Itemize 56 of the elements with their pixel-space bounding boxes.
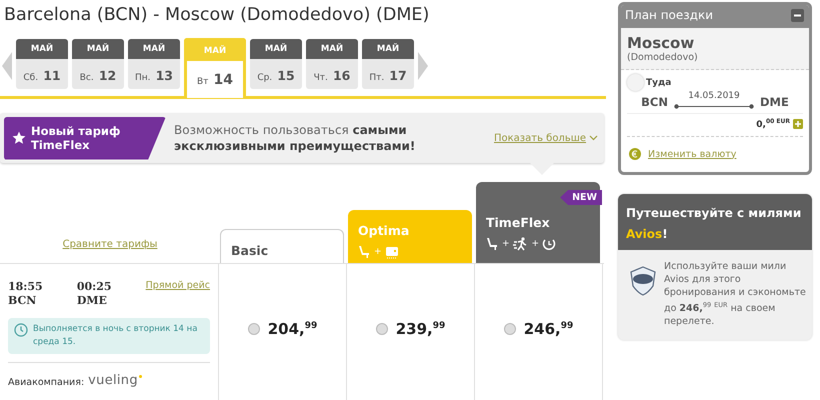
departure-code: BCN	[8, 294, 38, 308]
fare-price: 239,$^{99}$	[396, 320, 446, 338]
collapse-icon[interactable]	[791, 8, 804, 22]
fare-name: TimeFlex	[486, 215, 550, 230]
flight-date: 14.05.2019	[688, 91, 740, 101]
destination-code: DME	[760, 95, 789, 109]
arrival-code: DME	[76, 294, 108, 308]
fare-name: Optima	[358, 223, 410, 238]
seat-icon	[358, 245, 371, 259]
leg-label: Туда	[646, 78, 672, 88]
plus-sign: +	[374, 247, 382, 257]
total-price: 0,$^{00 EUR}$	[756, 118, 790, 130]
plus-icon[interactable]	[793, 119, 803, 129]
right-arrow-icon[interactable]	[418, 52, 428, 80]
date-tab[interactable]: МАЙ Пт. 17	[362, 39, 414, 89]
bag-icon	[384, 245, 399, 259]
promo-tag-text: Новый тариф TimeFlex	[31, 124, 122, 152]
route-title: Barcelona (BCN) - Moscow (Domodedovo) (DME)	[3, 4, 430, 27]
promo-text: Возможность пользоваться самыми эксклюзивными преимуществами!	[174, 122, 416, 154]
running-person-icon	[512, 237, 529, 251]
date-tab[interactable]: МАЙ Чт. 16	[306, 39, 358, 89]
plus-sign: +	[502, 239, 510, 249]
fare-radio[interactable]	[504, 323, 516, 335]
fare-radio[interactable]	[248, 323, 260, 335]
shield-logo-icon	[630, 266, 656, 296]
destination-city: Moscow	[627, 34, 696, 52]
leg-circle-icon	[627, 74, 644, 91]
date-tab[interactable]: МАЙ Ср. 15	[250, 39, 302, 89]
avios-text: Используйте ваши мили Avios для этого бронирования и сэкономьте до 246,$^{99}$ $^{EUR}$ на своем перелете.	[664, 260, 806, 328]
arrival-time: 00:25	[76, 280, 113, 294]
left-arrow-icon[interactable]	[2, 52, 12, 80]
airline-label: Авиакомпания:	[8, 377, 84, 388]
refresh-clock-icon	[542, 237, 556, 251]
notice-text: Выполняется в ночь с вторник 14 на среда 15.	[33, 323, 198, 349]
date-tab[interactable]: МАЙ Пн. 13	[128, 39, 180, 89]
fare-price: 246,$^{99}$	[524, 320, 574, 338]
star-icon	[12, 131, 26, 145]
fare-name: Basic	[231, 243, 268, 258]
clock-icon	[14, 323, 28, 337]
destination-airport: (Domodedovo)	[627, 52, 699, 63]
date-tab[interactable]: МАЙ Сб. 11	[16, 39, 68, 89]
euro-coin-icon	[629, 148, 641, 160]
chevron-down-icon	[589, 135, 598, 141]
departure-time: 18:55	[8, 280, 44, 294]
date-tab[interactable]: МАЙ Вт 14	[184, 38, 246, 98]
date-tab[interactable]: МАЙ Вс. 12	[72, 39, 124, 89]
fare-price: 204,$^{99}$	[268, 320, 318, 338]
panel-title: План поездки	[625, 8, 714, 22]
avios-title: Путешествуйте с милями Avios!	[626, 206, 802, 241]
origin-code: BCN	[641, 95, 668, 109]
plus-sign: +	[532, 239, 540, 249]
fare-radio[interactable]	[376, 323, 388, 335]
dot-icon	[138, 375, 142, 378]
new-badge: NEW	[560, 190, 602, 205]
seat-icon	[486, 237, 499, 251]
airline-name: vueling	[88, 373, 138, 388]
